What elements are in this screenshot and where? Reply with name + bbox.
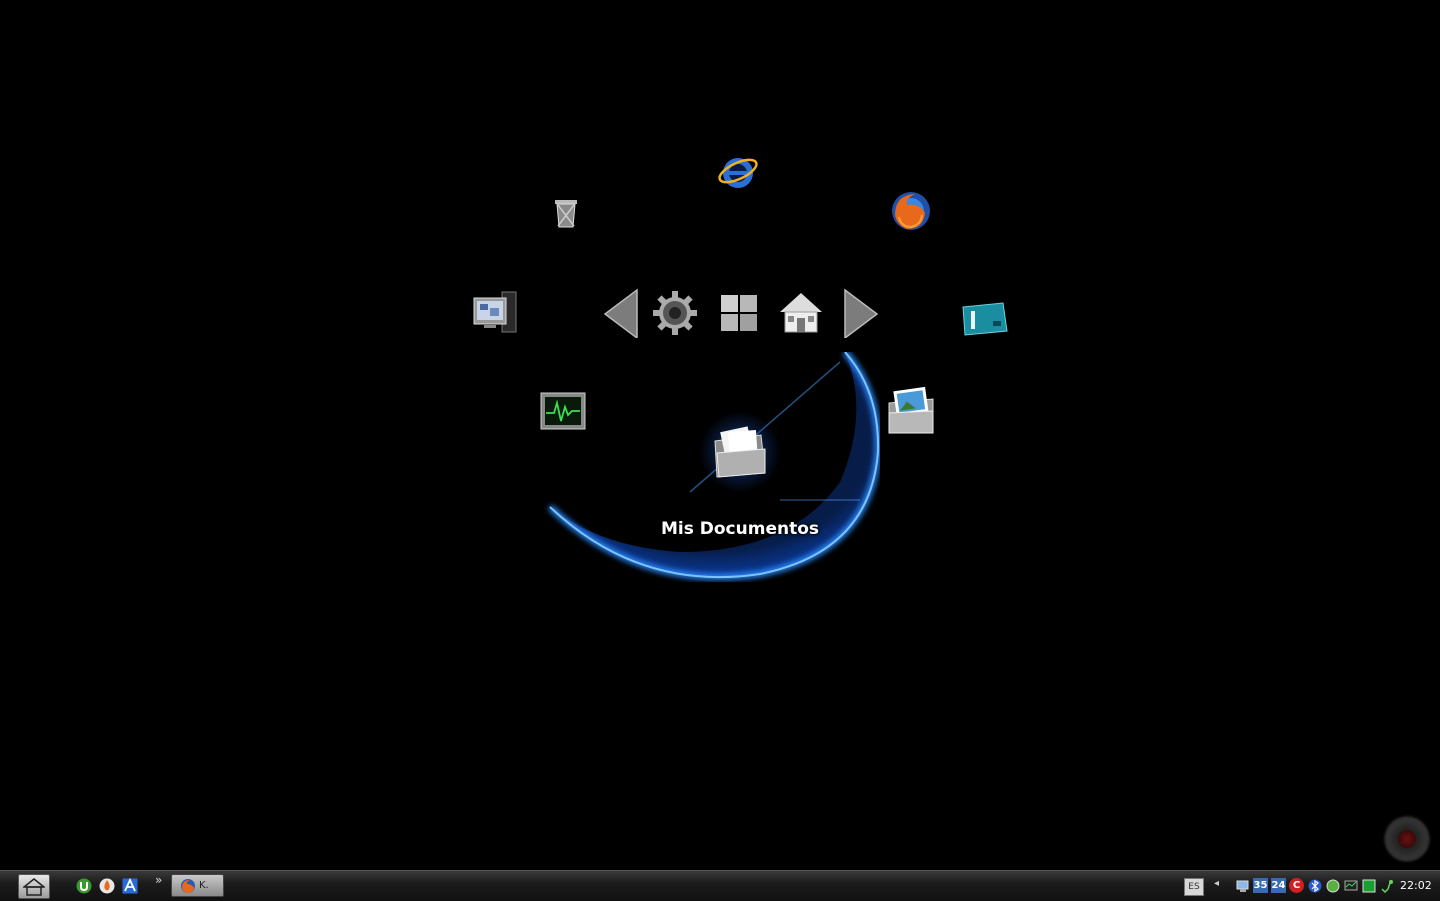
- show-hidden-icons-button[interactable]: ◂: [1214, 878, 1219, 889]
- taskbar: » K. ES ◂ 35 24 C 22:02: [0, 870, 1440, 901]
- my-documents-item[interactable]: [700, 412, 780, 492]
- temp-badge-icon: 24: [1271, 880, 1286, 891]
- previous-button[interactable]: [596, 286, 646, 340]
- computer-icon: [473, 291, 517, 333]
- firefox-icon: [181, 878, 195, 893]
- taskbar-window-label: K.: [199, 880, 209, 891]
- firefox-icon: [892, 192, 930, 230]
- fire-icon: [99, 878, 115, 894]
- tray-indicator[interactable]: [1361, 878, 1376, 893]
- settings-button[interactable]: [650, 286, 700, 340]
- drive-item[interactable]: [957, 290, 1011, 344]
- system-monitor-item[interactable]: [536, 384, 590, 438]
- home-button[interactable]: [776, 286, 826, 340]
- antivirus-icon: C: [1292, 880, 1301, 891]
- clock[interactable]: 22:02: [1400, 879, 1432, 892]
- record-button[interactable]: [1385, 817, 1429, 861]
- network-icon: [1236, 880, 1248, 892]
- selected-item-label: Mis Documentos: [660, 519, 820, 539]
- tray-temp-1[interactable]: 35: [1253, 878, 1268, 893]
- house-icon: [23, 877, 45, 896]
- windows-logo-icon: [721, 295, 757, 331]
- documents-folder-icon: [714, 426, 766, 478]
- dock-nav-row: [596, 286, 882, 342]
- tray-phone[interactable]: [1379, 878, 1394, 893]
- green-circle-icon: [1326, 879, 1339, 892]
- drive-icon: [962, 302, 1008, 336]
- tray-network[interactable]: [1235, 878, 1250, 893]
- desktop: Mis Documentos: [0, 0, 1440, 870]
- quick-launch-fire[interactable]: [98, 877, 116, 895]
- pictures-item[interactable]: [884, 384, 938, 438]
- start-menu-button[interactable]: [714, 286, 764, 340]
- internet-explorer-item[interactable]: [711, 144, 765, 198]
- arrow-right-icon: [844, 288, 879, 338]
- start-button[interactable]: [18, 874, 50, 899]
- gear-icon: [653, 291, 697, 335]
- a-app-icon: [122, 878, 138, 894]
- house-icon: [780, 293, 822, 333]
- tray-monitor[interactable]: [1343, 878, 1358, 893]
- recycle-bin-item[interactable]: [538, 184, 592, 238]
- tray-temp-2[interactable]: 24: [1271, 878, 1286, 893]
- utorrent-icon: [76, 878, 92, 894]
- arrow-left-icon: [603, 288, 638, 338]
- next-button[interactable]: [836, 286, 886, 340]
- firefox-item[interactable]: [884, 184, 938, 238]
- quick-launch-more[interactable]: »: [155, 873, 162, 887]
- quick-launch-utorrent[interactable]: [75, 877, 93, 895]
- taskbar-window-firefox[interactable]: K.: [171, 874, 224, 897]
- internet-explorer-icon: [718, 158, 758, 188]
- monitor-pulse-icon: [540, 392, 586, 430]
- tray-antivirus[interactable]: C: [1289, 878, 1304, 893]
- tray-bluetooth[interactable]: [1307, 878, 1322, 893]
- trash-icon: [555, 200, 577, 228]
- tray-status[interactable]: [1325, 878, 1340, 893]
- picture-folder-icon: [888, 386, 934, 434]
- bluetooth-icon: [1308, 879, 1321, 892]
- phone-icon: [1380, 879, 1393, 893]
- temp-badge-icon: 35: [1253, 880, 1268, 891]
- monitor-icon: [1344, 880, 1357, 890]
- quick-launch-a-app[interactable]: [121, 877, 139, 895]
- my-computer-item[interactable]: [468, 286, 522, 340]
- language-indicator[interactable]: ES: [1184, 878, 1204, 896]
- green-square-icon: [1362, 879, 1375, 892]
